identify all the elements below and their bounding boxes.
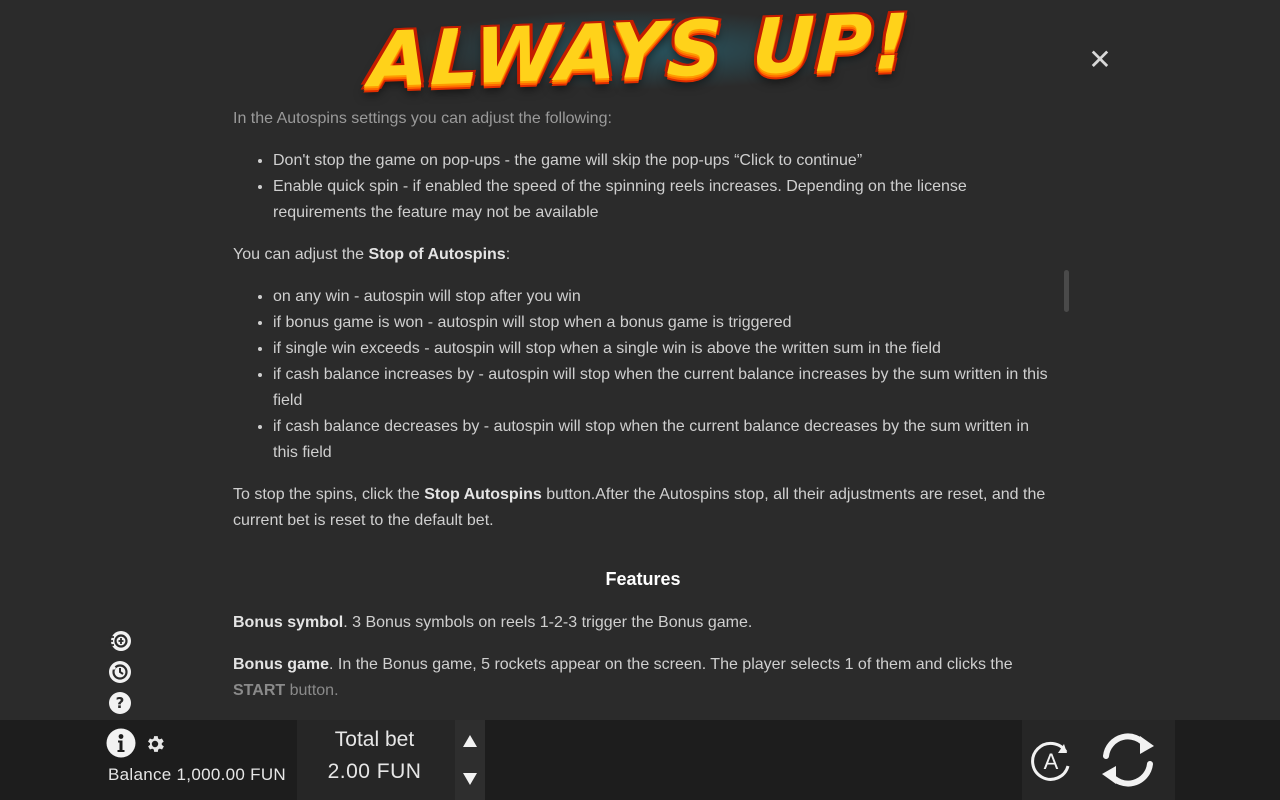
coin-speed-icon[interactable] — [107, 628, 133, 654]
info-button[interactable] — [106, 728, 136, 758]
autospins-settings-list: Don't stop the game on pop-ups - the gam… — [233, 148, 1053, 226]
bet-increase-button[interactable] — [461, 732, 479, 750]
svg-text:?: ? — [116, 694, 125, 712]
bet-decrease-button[interactable] — [461, 770, 479, 788]
spin-icon — [1102, 733, 1154, 787]
scrollbar-thumb[interactable] — [1064, 270, 1069, 312]
close-icon: ✕ — [1088, 44, 1112, 75]
close-button[interactable]: ✕ — [1086, 46, 1114, 74]
bold-span: Stop of Autospins — [368, 246, 506, 263]
bonus-game-paragraph: Bonus game. In the Bonus game, 5 rockets… — [233, 652, 1053, 704]
bet-stepper — [455, 720, 485, 800]
text-span: To stop the spins, click the — [233, 486, 425, 503]
stop-conditions-list: on any win - autospin will stop after yo… — [233, 284, 1053, 466]
spin-button[interactable] — [1094, 726, 1162, 794]
triangle-up-icon — [463, 735, 477, 747]
help-icon[interactable]: ? — [107, 690, 133, 716]
list-item: Don't stop the game on pop-ups - the gam… — [273, 148, 1053, 174]
bold-span: Stop Autospins — [424, 486, 542, 503]
bold-span: Bonus game — [233, 656, 330, 673]
bonus-symbol-paragraph: Bonus symbol. 3 Bonus symbols on reels 1… — [233, 610, 1053, 636]
bold-span: Bonus symbol — [233, 614, 344, 631]
bottom-bar: Balance 1,000.00 FUN Total bet 2.00 FUN … — [0, 720, 1280, 800]
text-span: button. — [285, 682, 339, 699]
total-bet-label: Total bet — [334, 728, 415, 751]
text-span: : — [505, 246, 511, 263]
text-span: . 3 Bonus symbols on reels 1-2-3 trigger… — [343, 614, 753, 631]
balance-display: Balance 1,000.00 FUN — [108, 765, 286, 784]
list-item: on any win - autospin will stop after yo… — [273, 284, 1053, 310]
info-icon — [106, 728, 136, 758]
list-item: if single win exceeds - autospin will st… — [273, 336, 1053, 362]
triangle-down-icon — [463, 773, 477, 785]
gear-icon — [148, 736, 164, 752]
total-bet-value: 2.00 FUN — [327, 760, 422, 783]
history-icon[interactable] — [107, 659, 133, 685]
text-span: . In the Bonus game, 5 rockets appear on… — [329, 656, 1013, 673]
stop-spins-paragraph: To stop the spins, click the Stop Autosp… — [233, 482, 1053, 534]
autoplay-icon: A — [1031, 741, 1070, 781]
autospins-intro: In the Autospins settings you can adjust… — [233, 110, 612, 127]
stop-autospins-intro: You can adjust the Stop of Autospins: — [233, 242, 1053, 268]
autoplay-letter: A — [1044, 749, 1059, 774]
bold-span: START — [233, 682, 286, 699]
features-heading: Features — [605, 569, 681, 589]
autoplay-button[interactable]: A — [1028, 738, 1074, 784]
text-span: You can adjust the — [233, 246, 369, 263]
rules-content[interactable]: In the Autospins settings you can adjust… — [233, 106, 1053, 706]
side-icon-stack: ? — [107, 628, 135, 721]
spin-controls: A — [1022, 720, 1175, 800]
logo-text: ALWAYS UP! — [367, 0, 913, 104]
bet-panel: Total bet 2.00 FUN — [297, 720, 485, 800]
list-item: if cash balance decreases by - autospin … — [273, 414, 1053, 466]
list-item: if bonus game is won - autospin will sto… — [273, 310, 1053, 336]
list-item: Enable quick spin - if enabled the speed… — [273, 174, 1053, 226]
settings-button[interactable] — [144, 733, 166, 755]
game-logo: ALWAYS UP! — [360, 0, 920, 104]
list-item: if cash balance increases by - autospin … — [273, 362, 1053, 414]
